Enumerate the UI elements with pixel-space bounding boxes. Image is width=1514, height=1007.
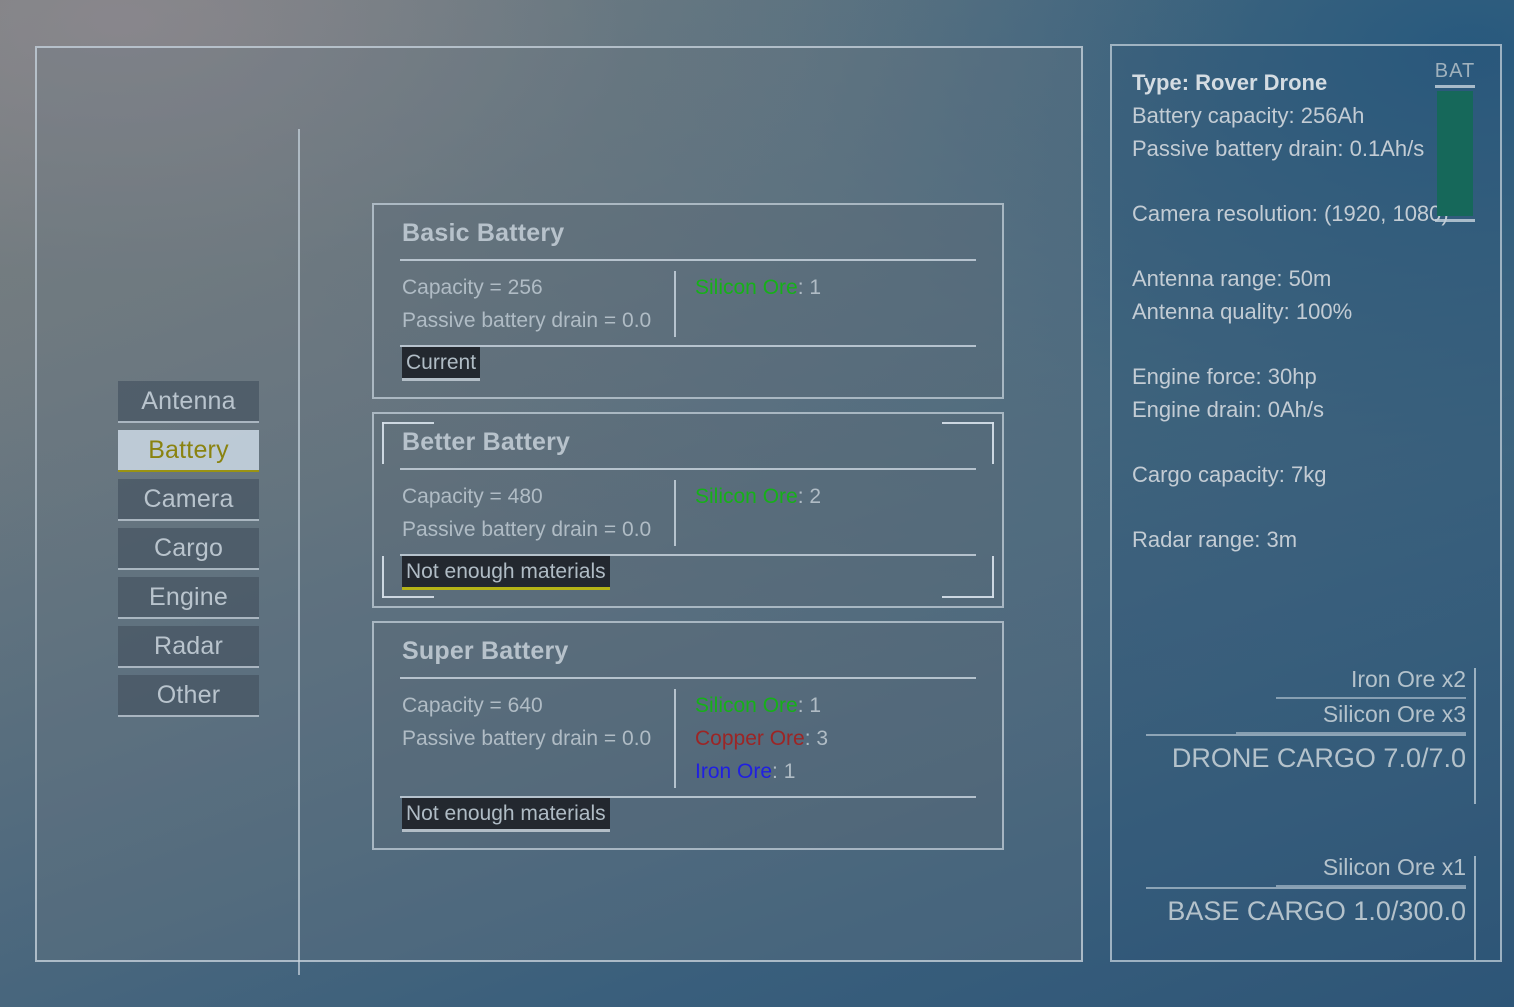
drone-info-panel: Type: Rover Drone Battery capacity: 256A… bbox=[1110, 44, 1502, 962]
blueprint-materials: Silicon Ore: 1 bbox=[674, 271, 821, 337]
battery-gauge-fill bbox=[1437, 91, 1473, 216]
material-separator: : bbox=[772, 760, 784, 783]
blueprint-title: Super Battery bbox=[402, 637, 569, 665]
material-quantity: 2 bbox=[809, 485, 822, 508]
status-badge[interactable]: Not enough materials bbox=[402, 798, 610, 832]
blueprint-card[interactable]: Basic Battery Capacity = 256 Passive batte… bbox=[372, 203, 1004, 399]
material-name: Silicon Ore bbox=[695, 485, 798, 508]
drone-type: Type: Rover Drone bbox=[1132, 70, 1328, 95]
sidebar-item-label: Radar bbox=[153, 631, 224, 660]
blueprint-stats: Capacity = 256 Passive battery drain = 0.… bbox=[374, 271, 674, 337]
sidebar-item-battery[interactable]: Battery bbox=[118, 430, 259, 472]
stat-gap bbox=[1132, 230, 1462, 262]
drone-engine-force: Engine force: 30hp bbox=[1132, 364, 1317, 389]
blueprint-card[interactable]: Super Battery Capacity = 640 Passive batte… bbox=[372, 621, 1004, 850]
sidebar-item-cargo[interactable]: Cargo bbox=[118, 528, 259, 570]
cargo-edge-line bbox=[1474, 668, 1476, 804]
material-name: Iron Ore bbox=[695, 760, 773, 783]
stat-gap bbox=[1132, 426, 1462, 458]
sidebar-item-label: Other bbox=[156, 680, 221, 709]
stat-gap bbox=[1132, 491, 1462, 523]
material-quantity: 1 bbox=[809, 276, 822, 299]
material-name: Silicon Ore bbox=[695, 276, 798, 299]
material-separator: : bbox=[797, 694, 810, 717]
drone-radar-range: Radar range: 3m bbox=[1132, 527, 1298, 552]
blueprint-stats: Capacity = 640 Passive battery drain = 0.… bbox=[374, 689, 674, 788]
blueprint-materials: Silicon Ore: 1 Copper Ore: 3 Iron Ore: 1 bbox=[674, 689, 828, 788]
cargo-item: Silicon Ore x1 bbox=[1276, 852, 1466, 887]
battery-gauge-bottom-cap bbox=[1435, 219, 1475, 222]
crafting-window: Antenna Battery Camera Cargo Engine Radar Othe… bbox=[35, 46, 1083, 975]
base-cargo-section: Silicon Ore x1 BASE CARGO 1.0/300.0 bbox=[1146, 852, 1476, 960]
blueprint-stats: Capacity = 480 Passive battery drain = 0.… bbox=[374, 480, 674, 546]
cargo-item: Iron Ore x2 bbox=[1276, 664, 1466, 699]
drone-camera-resolution: Camera resolution: (1920, 1080) bbox=[1132, 201, 1449, 226]
drone-antenna-quality: Antenna quality: 100% bbox=[1132, 299, 1353, 324]
blueprint-body: Capacity = 640 Passive battery drain = 0.… bbox=[374, 679, 1002, 796]
blueprint-stat-line: Capacity = 480 bbox=[402, 485, 543, 508]
sidebar-item-other[interactable]: Other bbox=[118, 675, 259, 717]
blueprint-status-row: Current bbox=[374, 347, 1002, 397]
sidebar-item-antenna[interactable]: Antenna bbox=[118, 381, 259, 423]
cargo-edge-line bbox=[1474, 856, 1476, 960]
sidebar-item-camera[interactable]: Camera bbox=[118, 479, 259, 521]
material-quantity: 1 bbox=[783, 760, 796, 783]
stat-gap bbox=[1132, 165, 1462, 197]
material-row: Iron Ore: 1 bbox=[695, 755, 828, 788]
drone-passive-drain: Passive battery drain: 0.1Ah/s bbox=[1132, 136, 1425, 161]
cargo-item: Silicon Ore x3 bbox=[1236, 699, 1466, 734]
material-separator: : bbox=[797, 485, 810, 508]
material-row: Copper Ore: 3 bbox=[695, 722, 828, 755]
cargo-total: DRONE CARGO 7.0/7.0 bbox=[1146, 734, 1466, 778]
sidebar-item-engine[interactable]: Engine bbox=[118, 577, 259, 619]
sidebar-item-label: Camera bbox=[143, 484, 234, 513]
blueprint-stat-line: Capacity = 640 bbox=[402, 694, 543, 717]
battery-gauge-track bbox=[1437, 91, 1473, 216]
blueprint-status-row: Not enough materials bbox=[374, 556, 1002, 606]
drone-battery-capacity: Battery capacity: 256Ah bbox=[1132, 103, 1365, 128]
panel-divider bbox=[298, 129, 300, 975]
drone-stat-list: Type: Rover Drone Battery capacity: 256A… bbox=[1132, 66, 1462, 556]
material-row: Silicon Ore: 1 bbox=[695, 689, 828, 722]
blueprint-title: Better Battery bbox=[402, 428, 571, 456]
battery-gauge-top-cap bbox=[1435, 85, 1475, 88]
drone-cargo-capacity: Cargo capacity: 7kg bbox=[1132, 462, 1327, 487]
status-badge[interactable]: Current bbox=[402, 347, 481, 381]
app-root: Antenna Battery Camera Cargo Engine Radar Othe… bbox=[0, 0, 1514, 1007]
category-sidebar: Antenna Battery Camera Cargo Engine Radar Othe… bbox=[118, 381, 259, 724]
sidebar-item-label: Engine bbox=[148, 582, 229, 611]
battery-gauge: BAT bbox=[1433, 60, 1477, 225]
blueprint-stat-line: Capacity = 256 bbox=[402, 276, 543, 299]
material-name: Copper Ore bbox=[695, 727, 805, 750]
sidebar-item-label: Battery bbox=[148, 435, 229, 464]
sidebar-item-label: Antenna bbox=[141, 386, 236, 415]
material-separator: : bbox=[804, 727, 817, 750]
blueprint-materials: Silicon Ore: 2 bbox=[674, 480, 821, 546]
blueprint-body: Capacity = 256 Passive battery drain = 0.… bbox=[374, 261, 1002, 345]
material-name: Silicon Ore bbox=[695, 694, 798, 717]
sidebar-item-radar[interactable]: Radar bbox=[118, 626, 259, 668]
blueprint-stat-line: Passive battery drain = 0.0 bbox=[402, 309, 652, 332]
blueprint-card[interactable]: Better Battery Capacity = 480 Passive batt… bbox=[372, 412, 1004, 608]
drone-cargo-section: Iron Ore x2 Silicon Ore x3 DRONE CARGO 7.0… bbox=[1146, 664, 1476, 804]
cargo-total: BASE CARGO 1.0/300.0 bbox=[1146, 887, 1466, 931]
drone-antenna-range: Antenna range: 50m bbox=[1132, 266, 1332, 291]
sidebar-item-label: Cargo bbox=[153, 533, 224, 562]
material-row: Silicon Ore: 1 bbox=[695, 271, 821, 304]
stat-gap bbox=[1132, 328, 1462, 360]
blueprint-body: Capacity = 480 Passive battery drain = 0.… bbox=[374, 470, 1002, 554]
material-quantity: 1 bbox=[809, 694, 822, 717]
drone-engine-drain: Engine drain: 0Ah/s bbox=[1132, 397, 1325, 422]
material-separator: : bbox=[797, 276, 810, 299]
material-row: Silicon Ore: 2 bbox=[695, 480, 821, 513]
blueprint-stat-line: Passive battery drain = 0.0 bbox=[402, 518, 652, 541]
status-badge[interactable]: Not enough materials bbox=[402, 556, 610, 590]
blueprint-stat-line: Passive battery drain = 0.0 bbox=[402, 727, 652, 750]
blueprint-card-list: Basic Battery Capacity = 256 Passive batte… bbox=[372, 203, 1004, 863]
blueprint-status-row: Not enough materials bbox=[374, 798, 1002, 848]
blueprint-title: Basic Battery bbox=[402, 219, 565, 247]
material-quantity: 3 bbox=[816, 727, 829, 750]
battery-gauge-label: BAT bbox=[1434, 60, 1476, 82]
